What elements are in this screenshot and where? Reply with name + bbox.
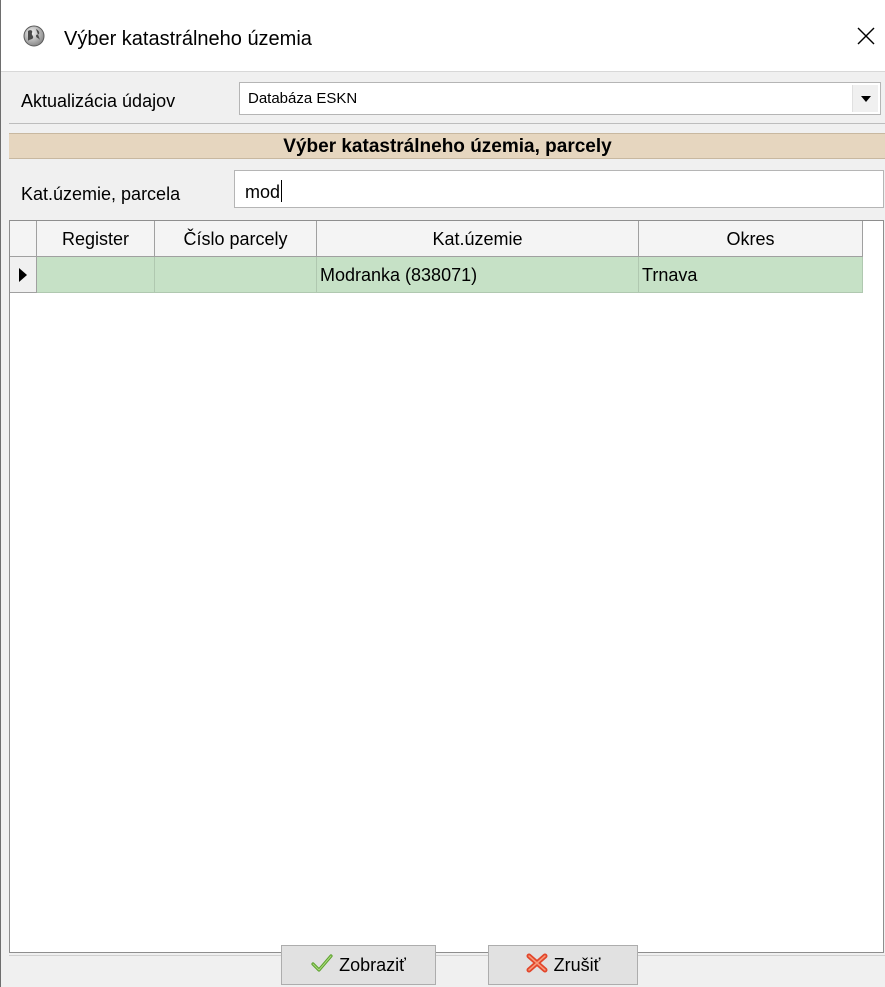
update-row: Aktualizácia údajov Databáza ESKN — [9, 72, 885, 124]
show-button-label: Zobraziť — [339, 954, 406, 975]
chevron-down-icon[interactable] — [852, 85, 878, 112]
dialog-window: Výber katastrálneho územia Aktualizácia … — [0, 0, 885, 987]
search-input[interactable]: mod — [234, 170, 884, 208]
column-header-register[interactable]: Register — [37, 221, 155, 257]
search-row: Kat.územie, parcela mod — [9, 160, 885, 218]
database-select[interactable]: Databáza ESKN — [239, 82, 881, 115]
globe-icon — [23, 25, 45, 47]
search-label: Kat.územie, parcela — [21, 184, 181, 204]
column-header-territory[interactable]: Kat.územie — [317, 221, 639, 257]
cell-parcel[interactable] — [155, 257, 317, 293]
show-button[interactable]: Zobraziť — [281, 945, 436, 985]
window-title: Výber katastrálneho územia — [64, 28, 312, 50]
cell-territory[interactable]: Modranka (838071) — [317, 257, 639, 293]
row-indicator-icon — [10, 257, 37, 293]
database-select-value: Databáza ESKN — [248, 90, 358, 107]
table-row[interactable]: Modranka (838071) Trnava — [10, 257, 863, 293]
button-bar — [9, 955, 885, 987]
text-caret — [281, 180, 283, 202]
close-icon — [857, 27, 875, 45]
title-bar: Výber katastrálneho územia — [1, 0, 885, 72]
results-grid[interactable]: Register Číslo parcely Kat.územie Okres … — [9, 220, 884, 953]
close-button[interactable] — [846, 18, 885, 54]
update-label: Aktualizácia údajov — [21, 91, 176, 111]
cancel-button[interactable]: Zrušiť — [488, 945, 638, 985]
column-header-parcel[interactable]: Číslo parcely — [155, 221, 317, 257]
checkmark-icon — [311, 953, 333, 977]
section-header: Výber katastrálneho územia, parcely — [9, 133, 885, 159]
search-input-value: mod — [245, 182, 281, 202]
column-header-district[interactable]: Okres — [639, 221, 863, 257]
cell-district[interactable]: Trnava — [639, 257, 863, 293]
grid-header: Register Číslo parcely Kat.územie Okres — [10, 221, 863, 257]
row-indicator-header — [10, 221, 37, 257]
cancel-button-label: Zrušiť — [553, 954, 601, 975]
cell-register[interactable] — [37, 257, 155, 293]
red-x-icon — [526, 953, 548, 978]
